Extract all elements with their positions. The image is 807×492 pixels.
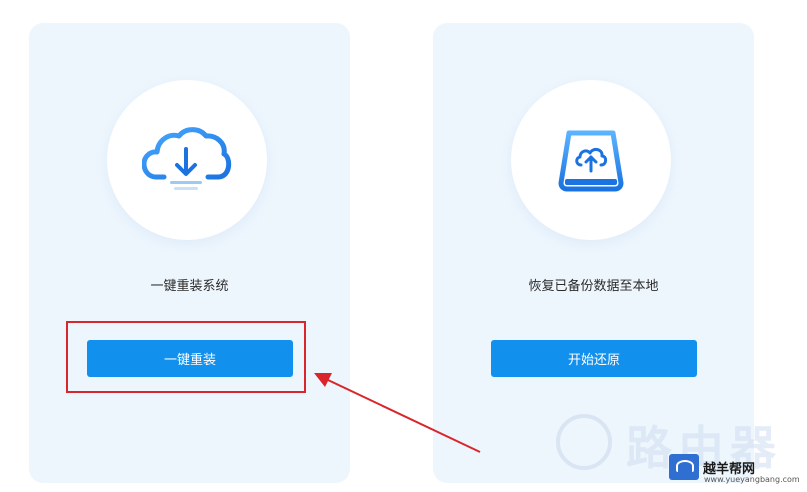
restore-title: 恢复已备份数据至本地 (528, 279, 659, 294)
reinstall-card: 一键重装系统 一键重装 (29, 23, 350, 483)
router-icon (669, 454, 699, 480)
drive-cloud-upload-icon (558, 130, 624, 192)
cloud-download-icon (142, 127, 232, 190)
watermark-logo-icon (556, 414, 612, 470)
restore-icon-circle (511, 80, 671, 240)
highlight-box (66, 321, 306, 393)
reinstall-title: 一键重装系统 (150, 279, 229, 294)
reinstall-icon-circle (107, 80, 267, 240)
watermark-url: www.yueyangbang.com (704, 475, 800, 484)
watermark-badge-text: 越羊帮网 (703, 461, 756, 477)
watermark: 路由器 越羊帮网 www.yueyangbang.com (556, 412, 807, 492)
restore-button[interactable]: 开始还原 (491, 340, 697, 377)
